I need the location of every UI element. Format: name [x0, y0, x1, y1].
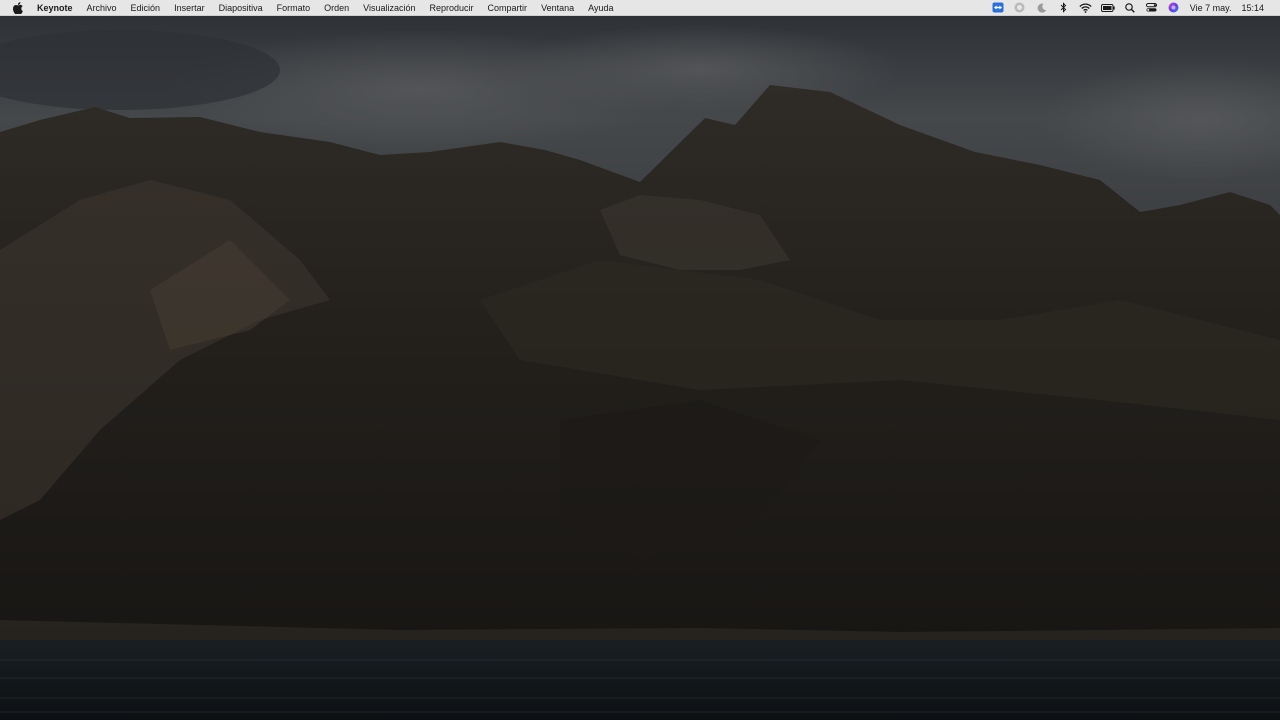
apple-menu-icon[interactable]	[13, 1, 23, 14]
menu-bar-date[interactable]: Vie 7 may.	[1185, 0, 1237, 16]
menu-ventana[interactable]: Ventana	[534, 0, 581, 16]
siri-icon[interactable]	[1163, 0, 1185, 16]
menu-diapositiva[interactable]: Diapositiva	[212, 0, 270, 16]
teamviewer-icon[interactable]	[987, 0, 1009, 16]
menu-bar-time[interactable]: 15:14	[1236, 0, 1269, 16]
control-center-icon[interactable]	[1141, 0, 1163, 16]
menu-archivo[interactable]: Archivo	[80, 0, 124, 16]
battery-icon[interactable]	[1097, 0, 1119, 16]
menu-reproducir[interactable]: Reproducir	[423, 0, 481, 16]
menu-compartir[interactable]: Compartir	[481, 0, 535, 16]
menu-formato[interactable]: Formato	[270, 0, 318, 16]
wifi-icon[interactable]	[1075, 0, 1097, 16]
menu-bar: Keynote Archivo Edición Insertar Diaposi…	[0, 0, 1280, 16]
menu-edicion[interactable]: Edición	[124, 0, 168, 16]
app-menu-keynote[interactable]: Keynote	[37, 0, 80, 16]
menu-bar-left: Keynote Archivo Edición Insertar Diaposi…	[0, 0, 620, 16]
spotlight-search-icon[interactable]	[1119, 0, 1141, 16]
menu-ayuda[interactable]: Ayuda	[581, 0, 620, 16]
mountain-wallpaper	[0, 0, 1280, 720]
menu-orden[interactable]: Orden	[317, 0, 356, 16]
menu-bar-right: Vie 7 may. 15:14	[987, 0, 1280, 16]
desktop: Keynote Archivo Edición Insertar Diaposi…	[0, 0, 1280, 720]
screen-record-icon[interactable]	[1009, 0, 1031, 16]
menu-visualizacion[interactable]: Visualización	[356, 0, 422, 16]
bluetooth-icon[interactable]	[1053, 0, 1075, 16]
menu-insertar[interactable]: Insertar	[167, 0, 212, 16]
moon-icon[interactable]	[1031, 0, 1053, 16]
